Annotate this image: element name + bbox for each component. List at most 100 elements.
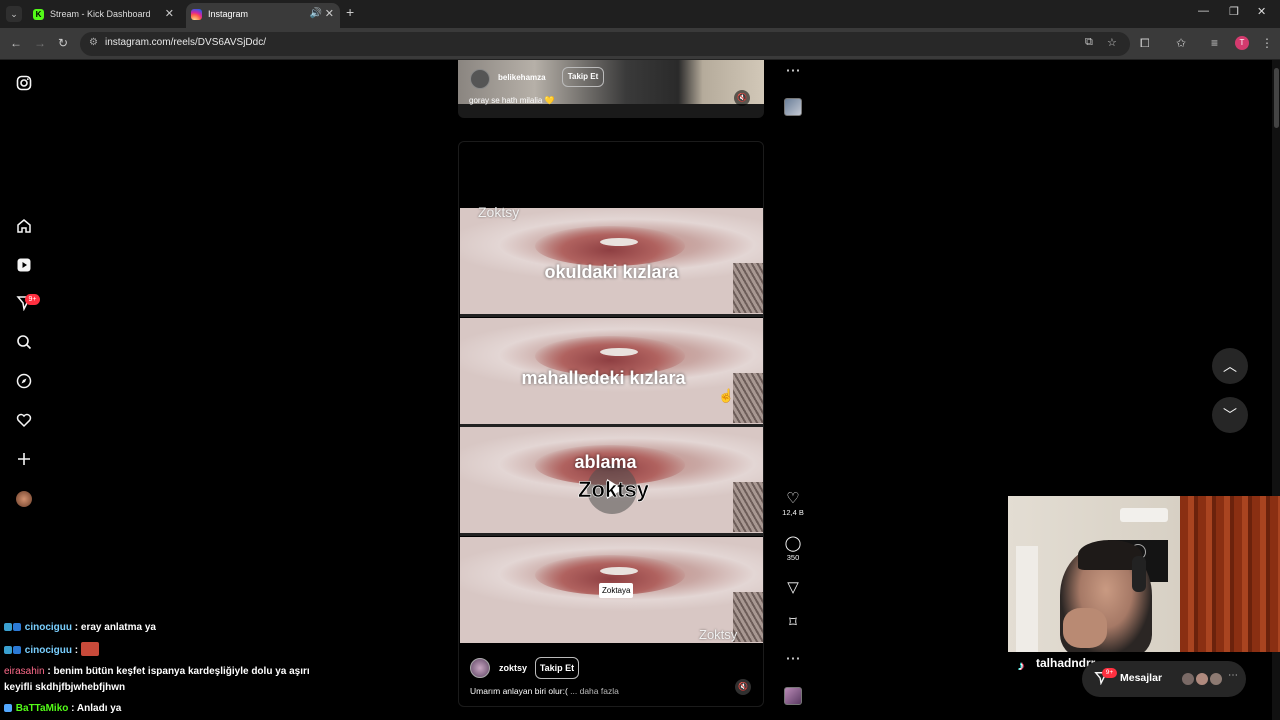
chat-message: cinociguu : eray anlatma ya [4, 621, 156, 635]
watermark-text: Zoktsy [478, 204, 520, 220]
close-tab-icon[interactable]: ✕ [165, 3, 174, 25]
browser-tab-bar: ⌄ K Stream - Kick Dashboard ✕ Instagram … [0, 0, 1280, 28]
webcam-overlay [1008, 496, 1280, 652]
mute-icon[interactable]: 🔇 [734, 90, 750, 106]
chat-message: keyifli skdhjfbjwhebfjhwn [4, 681, 125, 695]
like-action[interactable]: ♡ 12,4 B [780, 490, 806, 518]
instagram-favicon-icon [191, 9, 202, 20]
chat-text: : Anladı ya [71, 703, 122, 714]
more-options[interactable]: ⋯ [780, 650, 806, 668]
messages-badge: 9+ [25, 294, 40, 305]
watermark-text: Zoktsy [699, 627, 738, 642]
messages-pill[interactable]: 9+ Mesajlar ⋯ [1082, 661, 1246, 697]
speaker-icon[interactable]: 🔊 [310, 3, 322, 25]
overlay-text-1: okuldaki kızlara [544, 262, 679, 282]
chat-text: : [74, 645, 79, 656]
chrome-menu-icon[interactable]: ⋮ [1261, 36, 1273, 50]
reels-icon[interactable] [14, 257, 34, 277]
site-info-icon[interactable]: ⚙ [89, 37, 98, 48]
notifications-heart-icon[interactable] [14, 412, 34, 432]
reel-caption: Umarım anlayan biri olur:( ... daha fazl… [470, 686, 619, 696]
url-field[interactable]: ⚙ instagram.com/reels/DVS6AVSjDdc/ ⧉ ☆ [80, 32, 1130, 56]
back-icon[interactable]: ← [10, 36, 22, 50]
kick-favicon-icon: K [33, 9, 44, 20]
search-icon[interactable] [14, 334, 34, 354]
bookmark-star-icon[interactable]: ☆ [1107, 36, 1117, 49]
chat-message: BaTTaMiko : Anladı ya [4, 702, 121, 716]
home-icon[interactable] [14, 218, 34, 238]
tab-title: Instagram [208, 9, 249, 19]
url-text: instagram.com/reels/DVS6AVSjDdc/ [105, 37, 266, 48]
save-action[interactable]: ⌑ [780, 614, 806, 632]
create-plus-icon[interactable] [14, 451, 34, 471]
more-dots-icon[interactable]: ⋯ [780, 62, 806, 80]
close-window-icon[interactable]: ✕ [1257, 5, 1266, 18]
previous-reel-arrow-icon[interactable]: ︿ [1212, 348, 1248, 384]
reel-caption: goray se hath milalia 💛 [469, 96, 555, 105]
comment-bubble-icon[interactable]: ◯ [780, 535, 806, 553]
profile-avatar-nav[interactable] [16, 491, 32, 507]
restore-icon[interactable]: ❐ [1229, 5, 1239, 18]
extensions-icon[interactable]: ⧠ [1140, 36, 1150, 51]
caption-text: Umarım anlayan biri olur:( [470, 686, 568, 696]
install-app-icon[interactable]: ⧉ [1085, 36, 1093, 49]
avatar[interactable] [470, 658, 490, 678]
like-count: 12,4 B [782, 508, 804, 517]
chat-username: cinociguu [24, 645, 73, 656]
share-action[interactable]: ▽ [780, 579, 806, 597]
reload-icon[interactable]: ↻ [58, 36, 68, 50]
chat-username: eirasahin [4, 666, 45, 677]
tab-title: Stream - Kick Dashboard [50, 9, 151, 19]
comment-count: 350 [786, 553, 800, 562]
chat-username: BaTTaMiko [15, 703, 69, 714]
tab-search-button[interactable]: ⌄ [6, 6, 22, 22]
more-dots-icon: ⋯ [1228, 670, 1238, 681]
chat-emote-icon [80, 642, 99, 656]
tab-instagram[interactable]: Instagram 🔊 ✕ [186, 3, 340, 28]
avatar[interactable] [470, 69, 490, 89]
chat-message: eirasahin : benim bütün keşfet ispanya k… [4, 665, 334, 679]
close-tab-icon[interactable]: ✕ [325, 3, 334, 25]
tiktok-logo-icon: ♪ [1018, 658, 1025, 673]
avatar [1208, 671, 1224, 687]
comment-action[interactable]: ◯ 350 [780, 535, 806, 563]
audio-thumbnail[interactable] [784, 687, 802, 705]
reel-video[interactable]: Zoktsy okuldaki kızlara mahalledeki kızl… [460, 204, 763, 644]
instagram-logo-icon[interactable] [14, 75, 34, 95]
reel-username[interactable]: belikehamza [498, 73, 546, 82]
chat-message: cinociguu : [4, 642, 100, 658]
profile-avatar[interactable]: T [1235, 36, 1249, 50]
follow-button[interactable]: Takip Et [562, 67, 604, 87]
messages-label: Mesajlar [1120, 672, 1163, 684]
current-reel[interactable]: Zoktsy okuldaki kızlara mahalledeki kızl… [458, 141, 764, 707]
bookmark-icon[interactable]: ⌑ [780, 614, 806, 632]
chat-text: : eray anlatma ya [74, 622, 156, 633]
chat-text: keyifli skdhjfbjwhebfjhwn [4, 682, 126, 693]
prev-audio-thumbnail[interactable] [784, 98, 802, 116]
prev-more-options[interactable]: ⋯ [780, 62, 806, 80]
more-link[interactable]: ... daha fazla [570, 686, 619, 696]
messages-badge: 9+ [1102, 668, 1117, 678]
next-reel-arrow-icon[interactable]: ﹀ [1212, 397, 1248, 433]
overlay-text-2: mahalledeki kızlara [521, 368, 686, 388]
forward-icon[interactable]: → [34, 36, 46, 50]
watermark-center: Zoktsy [578, 477, 650, 503]
tab-kick-dashboard[interactable]: K Stream - Kick Dashboard ✕ [28, 3, 180, 28]
chat-username: cinociguu [24, 622, 73, 633]
mouse-cursor-icon: ☝ [718, 388, 735, 403]
explore-compass-icon[interactable] [14, 373, 34, 393]
media-control-icon[interactable]: ≡ [1211, 36, 1218, 50]
heart-icon[interactable]: ♡ [780, 490, 806, 508]
mute-icon[interactable]: 🔇 [735, 679, 751, 695]
previous-reel[interactable]: belikehamza Takip Et goray se hath milal… [458, 60, 764, 118]
follow-button[interactable]: Takip Et [535, 657, 579, 679]
reel-username[interactable]: zoktsy [499, 663, 527, 673]
minimize-icon[interactable]: — [1198, 5, 1209, 17]
sticker-label: Zoktaya [599, 583, 634, 598]
new-tab-button[interactable]: + [346, 4, 354, 20]
more-dots-icon[interactable]: ⋯ [780, 650, 806, 668]
address-bar-row: ← → ↻ ⚙ instagram.com/reels/DVS6AVSjDdc/… [0, 28, 1280, 60]
bookmarks-icon[interactable]: ✩ [1176, 36, 1186, 50]
share-paper-plane-icon[interactable]: ▽ [780, 579, 806, 597]
video-frame [460, 208, 763, 314]
